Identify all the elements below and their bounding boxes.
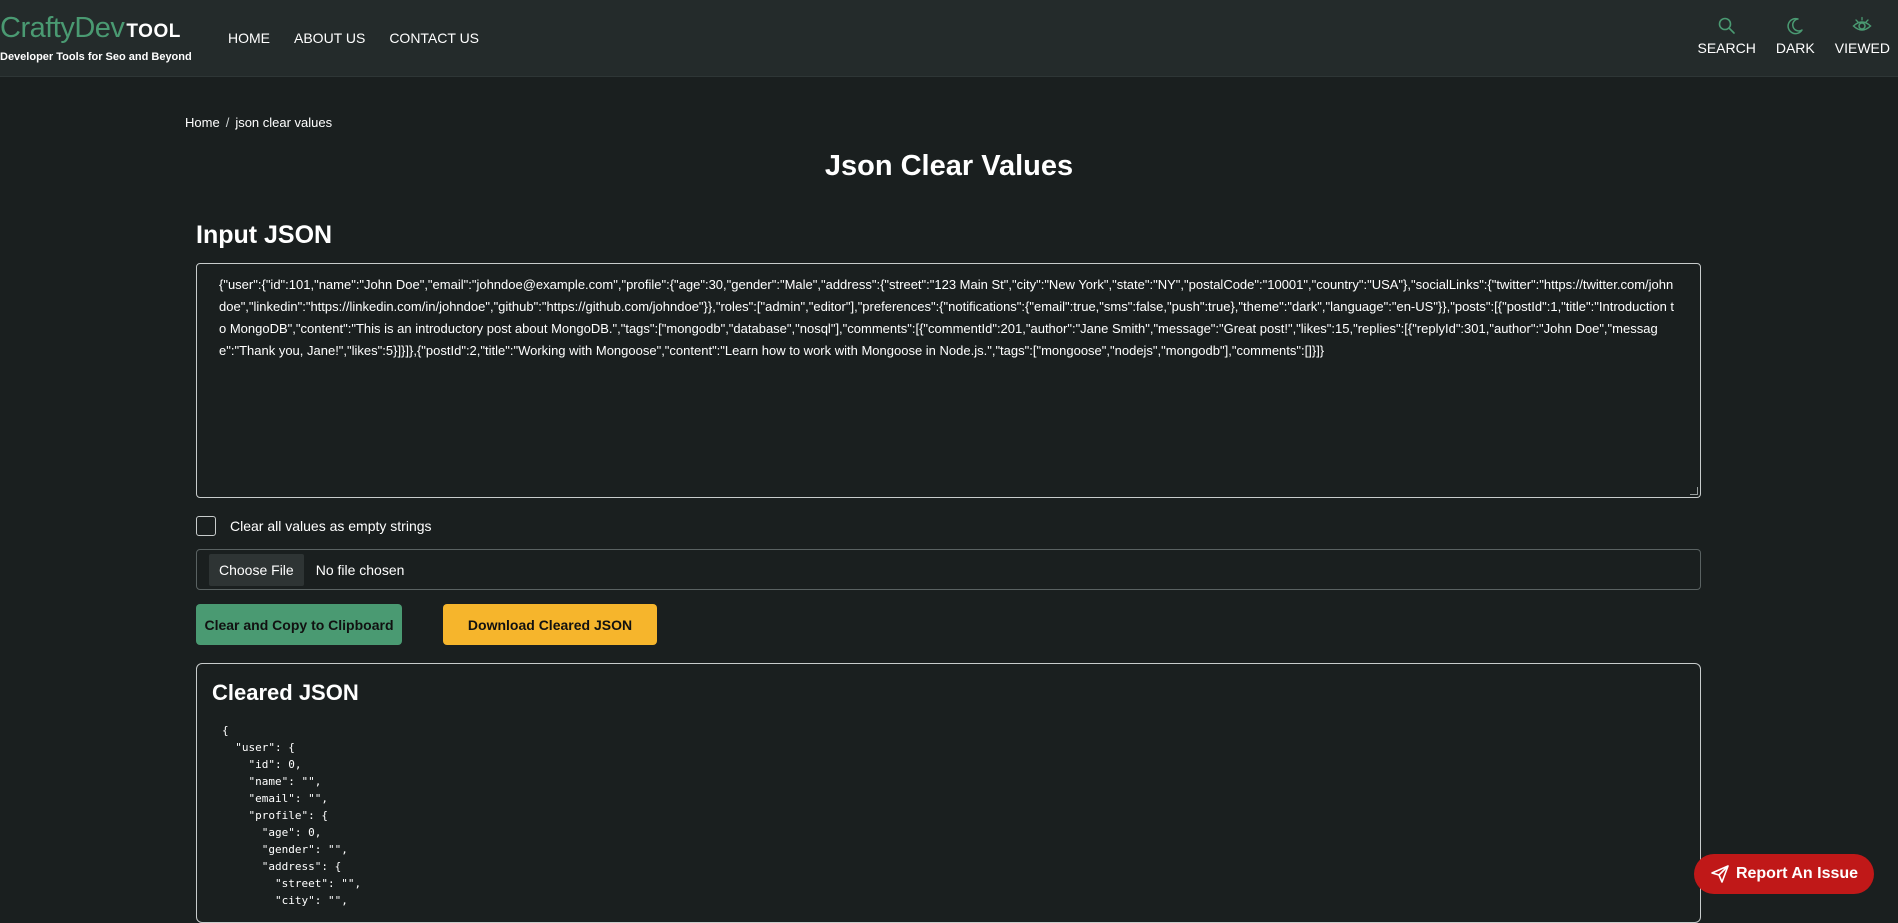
file-input[interactable]: Choose File No file chosen — [196, 549, 1701, 590]
nav-about-us[interactable]: ABOUT US — [294, 30, 365, 46]
dark-label: DARK — [1776, 40, 1815, 56]
search-icon — [1717, 16, 1737, 36]
cleared-json-panel: Cleared JSON { "user": { "id": 0, "name"… — [196, 663, 1701, 923]
cleared-json-output: { "user": { "id": 0, "name": "", "email"… — [212, 722, 1685, 909]
breadcrumb-current: json clear values — [235, 115, 332, 130]
output-line: "name": "", — [222, 775, 321, 788]
clear-empty-strings-option: Clear all values as empty strings — [196, 516, 432, 536]
output-line: "address": { — [222, 860, 341, 873]
file-status: No file chosen — [316, 562, 405, 578]
logo-text-main: CraftyDev — [0, 14, 124, 43]
moon-icon — [1785, 16, 1805, 36]
output-line: "street": "", — [222, 877, 361, 890]
eye-icon — [1852, 16, 1872, 36]
report-issue-label: Report An Issue — [1736, 865, 1858, 883]
clear-empty-strings-checkbox[interactable] — [196, 516, 216, 536]
output-line: "user": { — [222, 741, 295, 754]
top-header: CraftyDev TOOL Developer Tools for Seo a… — [0, 0, 1898, 77]
download-cleared-json-button[interactable]: Download Cleared JSON — [443, 604, 657, 645]
output-line: "email": "", — [222, 792, 328, 805]
viewed-label: VIEWED — [1835, 40, 1890, 56]
search-button[interactable]: SEARCH — [1698, 16, 1756, 56]
input-json-textarea[interactable]: {"user":{"id":101,"name":"John Doe","ema… — [196, 263, 1701, 498]
choose-file-button[interactable]: Choose File — [209, 554, 304, 586]
output-line: { — [222, 724, 229, 737]
output-line: "age": 0, — [222, 826, 321, 839]
output-line: "city": "", — [222, 894, 348, 907]
input-json-value: {"user":{"id":101,"name":"John Doe","ema… — [219, 277, 1674, 358]
output-line: "id": 0, — [222, 758, 301, 771]
logo-text-tool: TOOL — [126, 22, 180, 41]
site-logo[interactable]: CraftyDev TOOL Developer Tools for Seo a… — [0, 14, 192, 63]
nav-home[interactable]: HOME — [228, 30, 270, 46]
search-label: SEARCH — [1698, 40, 1756, 56]
output-line: "profile": { — [222, 809, 328, 822]
input-json-title: Input JSON — [196, 221, 332, 250]
dark-mode-toggle[interactable]: DARK — [1776, 16, 1815, 56]
breadcrumb-separator: / — [226, 115, 230, 130]
output-line: "gender": "", — [222, 843, 348, 856]
clear-empty-strings-label: Clear all values as empty strings — [230, 518, 432, 534]
resize-handle[interactable] — [1690, 487, 1698, 495]
main-nav: HOME ABOUT US CONTACT US — [228, 30, 503, 46]
logo-subtitle: Developer Tools for Seo and Beyond — [0, 51, 192, 63]
breadcrumb-home[interactable]: Home — [185, 115, 220, 130]
viewed-button[interactable]: VIEWED — [1835, 16, 1890, 56]
page-title: Json Clear Values — [0, 150, 1898, 183]
nav-contact-us[interactable]: CONTACT US — [389, 30, 479, 46]
cleared-json-title: Cleared JSON — [212, 680, 1685, 706]
clear-and-copy-button[interactable]: Clear and Copy to Clipboard — [196, 604, 402, 645]
send-icon — [1710, 864, 1730, 884]
report-issue-button[interactable]: Report An Issue — [1694, 854, 1874, 894]
breadcrumb: Home / json clear values — [185, 115, 332, 130]
header-tools: SEARCH DARK VIEWED — [1678, 16, 1898, 56]
